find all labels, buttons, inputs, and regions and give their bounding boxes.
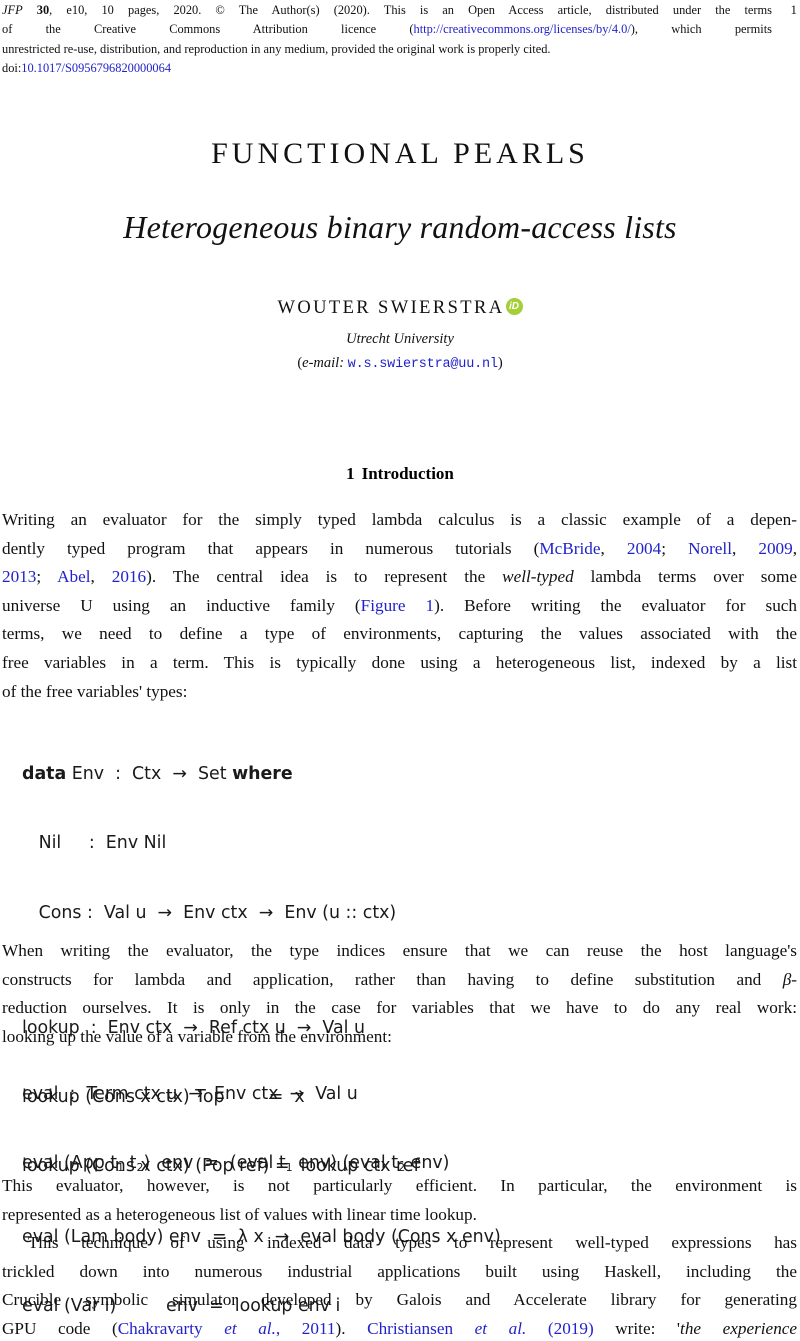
citation-abel-year[interactable]: 2016 [112, 567, 146, 586]
section-heading: 1 Introduction [0, 464, 800, 484]
masthead-line-3: unrestricted re-use, distribution, and r… [2, 41, 551, 56]
citation-norell[interactable]: Norell [688, 539, 732, 558]
paragraph-industrial: This technique of using indexed data typ… [2, 1229, 797, 1341]
masthead-line-1: JFP 30, e10, 10 pages, 2020. © The Autho… [2, 3, 772, 17]
citation-norell-year2[interactable]: 2013 [2, 567, 36, 586]
page-count: 10 pages [101, 3, 157, 17]
text-line: trickled down into numerous industrial a… [2, 1261, 797, 1281]
license-text-post: ), which permits [630, 22, 772, 37]
paragraph-evaluator: When writing the evaluator, the type ind… [2, 937, 797, 1051]
citation-norell-year[interactable]: 2009 [758, 539, 792, 558]
text-line: GPU code (Chakravarty et al., 2011). Chr… [2, 1318, 798, 1338]
text-line: When writing the evaluator, the type ind… [2, 941, 797, 960]
citation-chakravarty-year[interactable]: 2011 [302, 1319, 336, 1338]
masthead-line-2: of the Creative Commons Attribution lice… [2, 20, 772, 39]
author-line: WOUTER SWIERSTRA iD [0, 298, 800, 319]
text-line: Writing an evaluator for the simply type… [2, 510, 797, 529]
email-paren-close: ) [497, 355, 503, 371]
text-line: constructs for lambda and application, r… [2, 969, 797, 989]
citation-chakravarty[interactable]: Chakravarty et al. [118, 1319, 276, 1338]
masthead-line-1-rest: . © The Author(s) (2020). This is an Ope… [198, 3, 772, 17]
text-line: This technique of using indexed data typ… [28, 1233, 797, 1252]
section-title: Introduction [361, 464, 454, 483]
text-line: of the free variables' types: [2, 681, 188, 701]
text-line: 2013; Abel, 2016). The central idea is t… [2, 567, 797, 587]
code-line: Nil : Env Nil [22, 833, 167, 854]
beta-symbol: β [782, 969, 792, 989]
text-line: This evaluator, however, is not particul… [2, 1176, 797, 1195]
text-line: universe U using an inductive family (Fi… [2, 595, 798, 615]
orcid-id-icon[interactable]: iD [505, 298, 523, 315]
doi-label: doi: [2, 60, 22, 75]
text-line: reduction ourselves. It is only in the c… [2, 998, 797, 1018]
masthead-year: 2020 [173, 3, 199, 17]
quote-text: the experience [680, 1318, 798, 1338]
author-email-line: (e-mail: w.s.swierstra@uu.nl) [0, 355, 800, 372]
figure-reference[interactable]: Figure 1 [361, 596, 434, 615]
page-title: Heterogeneous binary random-access lists [123, 209, 677, 245]
masthead-block: JFP 30, e10, 10 pages, 2020. © The Autho… [2, 1, 772, 78]
text-line: Crucible symbolic simulator developed by… [2, 1290, 797, 1310]
code-line: Cons : Val u → Env ctx → Env (u :: ctx) [22, 902, 397, 923]
code-keyword-where: where [232, 764, 293, 784]
author-name: WOUTER SWIERSTRA [277, 298, 505, 318]
code-keyword-data: data [22, 764, 67, 784]
paragraph-intro: Writing an evaluator for the simply type… [2, 506, 797, 706]
text-line: free variables in a term. This is typica… [2, 652, 797, 672]
author-affiliation: Utrecht University [346, 331, 454, 347]
license-text-pre: of the Creative Commons Attribution lice… [2, 22, 414, 37]
code-line: eval : Term ctx u → Env ctx → Val u [22, 1084, 358, 1104]
citation-mcbride-year[interactable]: 2004 [627, 539, 661, 558]
citation-christiansen-year[interactable]: (2019) [548, 1319, 594, 1338]
section-number: 1 [346, 464, 355, 483]
citation-mcbride[interactable]: McBride [539, 539, 600, 558]
citation-christiansen[interactable]: Christiansen et al. [367, 1319, 526, 1338]
doi-line: doi:10.1017/S0956796820000064 [2, 59, 772, 78]
text-line: terms, we need to define a type of envir… [2, 624, 797, 644]
code-line: data Env : Ctx → Set where [22, 764, 293, 784]
doi-link[interactable]: 10.1017/S0956796820000064 [21, 61, 171, 75]
journal-volume: 30 [36, 3, 50, 17]
series-heading: FUNCTIONAL PEARLS [211, 137, 589, 170]
email-label: e-mail: [302, 355, 345, 371]
paper-page: JFP 30, e10, 10 pages, 2020. © The Autho… [0, 0, 800, 1341]
license-url-link[interactable]: http://creativecommons.org/licenses/by/4… [414, 22, 631, 36]
paragraph-efficiency: This evaluator, however, is not particul… [2, 1172, 797, 1229]
text-line: dently typed program that appears in num… [2, 538, 798, 558]
orcid-icon-text: iD [509, 301, 519, 312]
journal-abbrev: JFP [2, 3, 23, 17]
article-id: e10 [66, 3, 85, 17]
email-link[interactable]: w.s.swierstra@uu.nl [348, 357, 498, 372]
emph-well-typed: well-typed [502, 567, 574, 587]
text-line: represented as a heterogeneous list of v… [2, 1204, 477, 1224]
citation-abel[interactable]: Abel [57, 567, 90, 586]
page-number: 1 [790, 2, 798, 17]
